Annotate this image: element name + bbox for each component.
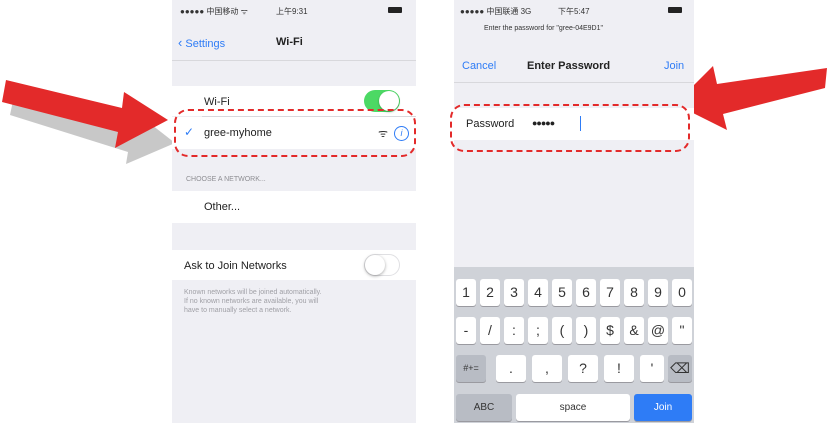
nav-bar: ‹ Settings Wi-Fi [172, 22, 416, 60]
key-0[interactable]: 0 [672, 279, 692, 306]
key-8[interactable]: 8 [624, 279, 644, 306]
keyboard: 1 2 3 4 5 6 7 8 9 0 - / : ; ( ) $ & @ " … [454, 267, 694, 423]
backspace-icon[interactable]: ⌫ [668, 355, 692, 382]
key-7[interactable]: 7 [600, 279, 620, 306]
page-title: Enter Password [527, 60, 611, 72]
battery-icon [668, 7, 682, 13]
ask-join-toggle[interactable] [364, 254, 400, 276]
key-semicolon[interactable]: ; [528, 317, 548, 344]
key-9[interactable]: 9 [648, 279, 668, 306]
join-button[interactable]: Join [664, 60, 684, 72]
key-3[interactable]: 3 [504, 279, 524, 306]
key-ampersand[interactable]: & [624, 317, 644, 344]
key-1[interactable]: 1 [456, 279, 476, 306]
annotation-arrow-right [675, 66, 827, 130]
ask-join-footer: Known networks will be joined automatica… [184, 288, 412, 315]
highlight-connected-network [174, 109, 416, 157]
key-space[interactable]: space [516, 394, 630, 421]
chevron-left-icon: ‹ [178, 35, 183, 50]
footer-line: Known networks will be joined automatica… [184, 289, 322, 296]
ask-join-row: Ask to Join Networks [172, 250, 416, 280]
back-button[interactable]: ‹ Settings [178, 35, 225, 50]
key-slash[interactable]: / [480, 317, 500, 344]
status-time: 下午5:47 [558, 7, 590, 16]
battery-icon [388, 7, 402, 13]
key-open-paren[interactable]: ( [552, 317, 572, 344]
key-colon[interactable]: : [504, 317, 524, 344]
toggle-knob [365, 255, 385, 275]
page-title: Wi-Fi [276, 36, 303, 48]
nav-bar: Cancel Enter Password Join [454, 52, 694, 80]
footer-line: have to manually select a network. [184, 307, 292, 314]
cancel-button[interactable]: Cancel [462, 60, 496, 72]
key-4[interactable]: 4 [528, 279, 548, 306]
key-5[interactable]: 5 [552, 279, 572, 306]
toggle-knob [379, 91, 399, 111]
wifi-settings-screen: ●●●●● 中国移动 ᯤ 上午9:31 ‹ Settings Wi-Fi Wi-… [172, 0, 416, 423]
key-2[interactable]: 2 [480, 279, 500, 306]
key-at[interactable]: @ [648, 317, 668, 344]
key-apostrophe[interactable]: ' [640, 355, 664, 382]
ask-join-label: Ask to Join Networks [184, 260, 287, 272]
section-header: CHOOSE A NETWORK... [186, 176, 266, 183]
other-label: Other... [204, 201, 241, 213]
key-period[interactable]: . [496, 355, 526, 382]
status-bar: ●●●●● 中国移动 ᯤ 上午9:31 [172, 0, 416, 22]
back-button-label: Settings [185, 38, 226, 50]
status-time: 上午9:31 [276, 7, 308, 16]
key-comma[interactable]: , [532, 355, 562, 382]
nav-divider [454, 82, 694, 83]
key-exclamation[interactable]: ! [604, 355, 634, 382]
key-6[interactable]: 6 [576, 279, 596, 306]
key-abc[interactable]: ABC [456, 394, 512, 421]
other-network-row[interactable]: Other... [172, 191, 416, 223]
key-question[interactable]: ? [568, 355, 598, 382]
signal-carrier: ●●●●● 中国联通 3G [460, 7, 532, 16]
signal-carrier: ●●●●● 中国移动 ᯤ [180, 7, 248, 16]
key-symbols-toggle[interactable]: #+= [456, 355, 486, 382]
key-join[interactable]: Join [634, 394, 692, 421]
highlight-password-field [450, 104, 690, 152]
wifi-label: Wi-Fi [204, 96, 230, 108]
key-quote[interactable]: " [672, 317, 692, 344]
annotation-arrow-left [2, 80, 175, 164]
enter-password-screen: ●●●●● 中国联通 3G 下午5:47 Enter the password … [454, 0, 694, 423]
status-bar: ●●●●● 中国联通 3G 下午5:47 [454, 0, 694, 22]
nav-divider [172, 60, 416, 61]
password-prompt: Enter the password for "gree-04E9D1" [484, 25, 603, 32]
footer-line: If no known networks are available, you … [184, 298, 319, 305]
key-hyphen[interactable]: - [456, 317, 476, 344]
key-close-paren[interactable]: ) [576, 317, 596, 344]
key-dollar[interactable]: $ [600, 317, 620, 344]
